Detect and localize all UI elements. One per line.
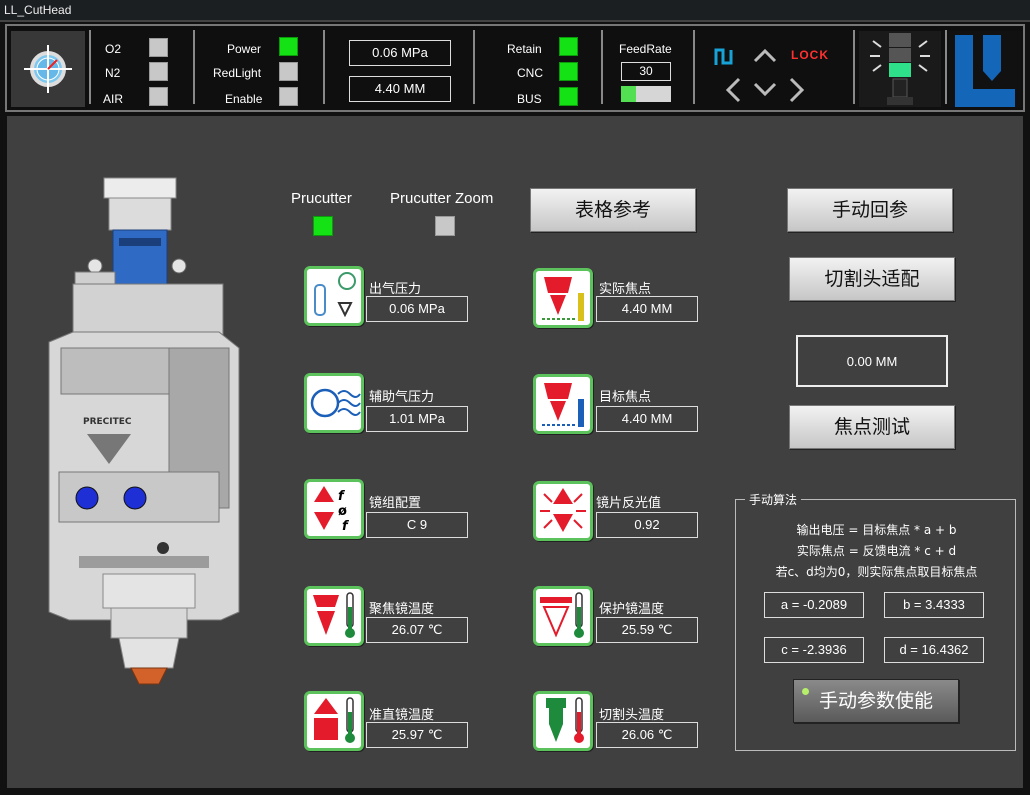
actual-focus-icon: [533, 268, 593, 328]
lens-config-value: C 9: [366, 512, 468, 538]
retain-label: Retain: [507, 42, 542, 56]
arrow-up-icon[interactable]: [752, 46, 778, 64]
retain-indicator: [559, 37, 578, 56]
metric-label-actual-focus: 实际焦点: [599, 282, 652, 297]
enable-indicator: [279, 87, 298, 106]
prucutter-zoom-label: Prucutter Zoom: [390, 190, 494, 207]
metric-label-target-focus: 目标焦点: [599, 390, 652, 405]
power-label: Power: [227, 42, 262, 56]
metric-label-cuthead-temp: 切割头温度: [599, 708, 665, 723]
lens-reflect-value: 0.92: [596, 512, 698, 538]
gas-pressure-icon: [304, 266, 364, 326]
table-reference-button[interactable]: 表格参考: [530, 188, 696, 232]
collimator-temp-icon: [304, 691, 364, 751]
feedrate-value: 30: [621, 62, 671, 81]
svg-text:f: f: [342, 519, 350, 534]
signal-tower-panel: [859, 31, 941, 107]
param-d-field[interactable]: d = 16.4362: [884, 637, 984, 663]
gas-pressure-value: 0.06 MPa: [366, 296, 468, 322]
status-bar: O2 N2 AIR Power RedLight Enable 0.06 MPa…: [5, 24, 1025, 112]
signal-tower-icon: [870, 33, 930, 105]
assist-gas-value: 1.01 MPa: [366, 406, 468, 432]
enable-led-icon: [802, 688, 809, 695]
brand-label: PRECITEC: [83, 417, 132, 427]
arrow-down-icon[interactable]: [752, 81, 778, 99]
crosshair-panel: [11, 31, 85, 107]
formula-zero-rule: 若c、d均为0，则实际焦点取目标焦点: [775, 565, 978, 579]
focus-lens-temp-icon: [304, 586, 364, 646]
focus-test-readout: 0.00 MM: [796, 335, 948, 387]
arrow-left-icon[interactable]: [723, 76, 743, 104]
manual-algorithm-title: 手动算法: [745, 491, 802, 508]
arrow-right-icon[interactable]: [787, 76, 807, 104]
protect-lens-temp-icon: [533, 586, 593, 646]
cuthead-temp-icon: [533, 691, 593, 751]
air-indicator: [149, 87, 168, 106]
feedrate-bar-fill: [621, 86, 636, 102]
param-a-field[interactable]: a = -0.2089: [764, 592, 864, 618]
metric-label-lens-config: 镜组配置: [369, 496, 422, 511]
prucutter-label: Prucutter: [291, 190, 352, 207]
title-bar: LL_CutHead: [0, 0, 1030, 22]
metric-label-assist-gas: 辅助气压力: [369, 390, 435, 405]
metric-label-gas-pressure: 出气压力: [369, 282, 422, 297]
bus-indicator: [559, 87, 578, 106]
lens-reflect-icon: [533, 481, 593, 541]
redlight-indicator: [279, 62, 298, 81]
enable-label: Enable: [225, 92, 263, 106]
protect-lens-temp-value: 25.59 ℃: [596, 617, 698, 643]
actual-focus-value: 4.40 MM: [596, 296, 698, 322]
cnc-label: CNC: [517, 66, 543, 80]
target-focus-icon: [533, 374, 593, 434]
gas-label-o2: O2: [105, 42, 122, 56]
power-indicator: [279, 37, 298, 56]
svg-text:ø: ø: [338, 504, 347, 519]
jog-mode-icon[interactable]: [713, 47, 735, 67]
prucutter-zoom-indicator[interactable]: [435, 216, 455, 236]
feedrate-label: FeedRate: [619, 42, 672, 56]
company-logo-icon: [955, 35, 1015, 107]
target-focus-value: 4.40 MM: [596, 406, 698, 432]
redlight-label: RedLight: [213, 66, 262, 80]
metric-label-lens-reflect: 镜片反光值: [596, 496, 662, 511]
lock-button[interactable]: LOCK: [791, 48, 829, 62]
formula-actual-focus: 实际焦点 = 反馈电流 * c + d: [796, 544, 957, 558]
collimator-temp-value: 25.97 ℃: [366, 722, 468, 748]
metric-label-protect-lens-temp: 保护镜温度: [599, 602, 665, 617]
bus-label: BUS: [517, 92, 542, 106]
position-readout: 4.40 MM: [349, 76, 451, 102]
manual-param-enable-button[interactable]: 手动参数使能: [793, 679, 959, 723]
manual-param-enable-label: 手动参数使能: [818, 690, 933, 712]
crosshair-icon: [24, 45, 72, 93]
cuthead-temp-value: 26.06 ℃: [596, 722, 698, 748]
n2-indicator: [149, 62, 168, 81]
svg-text:f: f: [338, 489, 346, 504]
param-c-field[interactable]: c = -2.3936: [764, 637, 864, 663]
prucutter-indicator[interactable]: [313, 216, 333, 236]
window-title: LL_CutHead: [4, 3, 72, 17]
manual-algorithm-group: 手动算法 输出电压 = 目标焦点 * a + b 实际焦点 = 反馈电流 * c…: [735, 491, 1016, 751]
o2-indicator: [149, 38, 168, 57]
focus-test-button[interactable]: 焦点测试: [789, 405, 955, 449]
manual-home-button[interactable]: 手动回参: [787, 188, 953, 232]
cnc-indicator: [559, 62, 578, 81]
feedrate-bar: [621, 86, 671, 102]
focus-lens-temp-value: 26.07 ℃: [366, 617, 468, 643]
param-b-field[interactable]: b = 3.4333: [884, 592, 984, 618]
formula-output-voltage: 输出电压 = 目标焦点 * a + b: [796, 523, 957, 537]
gas-label-n2: N2: [105, 66, 121, 80]
lens-config-icon: føf: [304, 479, 364, 539]
cuthead-adapt-button[interactable]: 切割头适配: [789, 257, 955, 301]
assist-gas-icon: [304, 373, 364, 433]
metric-label-focus-lens-temp: 聚焦镜温度: [369, 602, 435, 617]
pressure-readout: 0.06 MPa: [349, 40, 451, 66]
cutting-head-image: PRECITEC: [48, 177, 240, 685]
gas-label-air: AIR: [103, 92, 124, 106]
logo-panel: [949, 31, 1021, 107]
metric-label-collimator-temp: 准直镜温度: [369, 708, 435, 723]
main-panel: PRECITEC Prucutter Prucutter Zoom 表格参考 手…: [5, 114, 1025, 790]
